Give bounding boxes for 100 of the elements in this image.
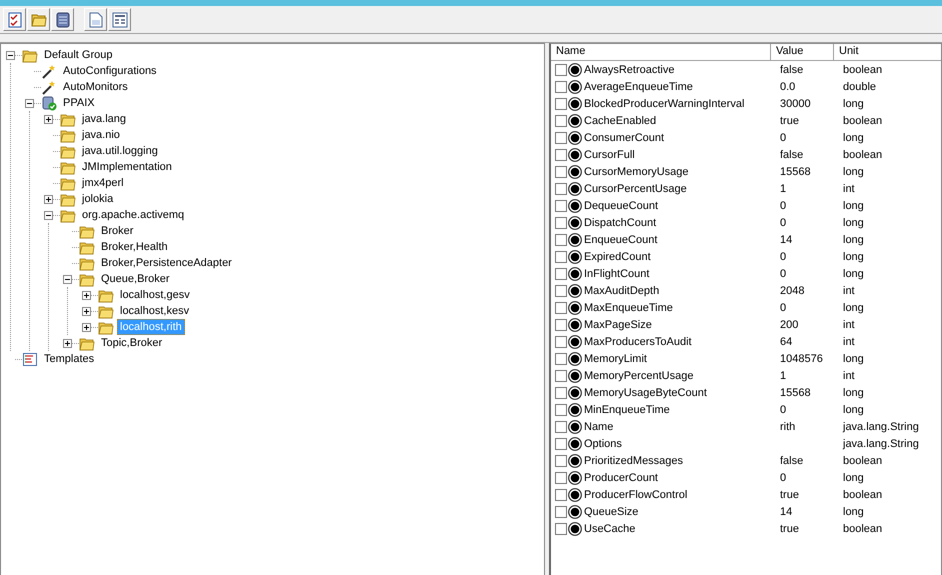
table-cell: MemoryUsageByteCount (584, 386, 707, 398)
column-header[interactable]: Value (771, 44, 834, 60)
checkbox[interactable] (555, 268, 567, 280)
attribute-icon (568, 198, 582, 212)
checkbox[interactable] (555, 148, 567, 160)
attribute-icon (568, 300, 582, 314)
checkbox[interactable] (555, 420, 567, 432)
toolbar-button[interactable] (3, 8, 26, 31)
expand-button[interactable] (82, 290, 91, 300)
column-header[interactable]: Name (551, 44, 771, 60)
expand-button[interactable] (82, 322, 91, 332)
tree-item[interactable]: Topic,Broker (98, 335, 166, 351)
checkbox[interactable] (555, 250, 567, 262)
column-header[interactable]: Unit (834, 44, 941, 60)
checkbox[interactable] (555, 284, 567, 296)
tree-item[interactable]: Broker (98, 223, 136, 239)
table-cell: AverageEnqueueTime (584, 80, 693, 92)
table-cell: boolean (843, 454, 882, 466)
table-cell: 15568 (780, 166, 811, 178)
folder-icon (79, 224, 95, 238)
folder-icon (79, 336, 95, 350)
expand-button[interactable] (44, 194, 53, 204)
tree-item[interactable]: java.util.logging (79, 143, 161, 159)
table-cell: 15568 (780, 386, 811, 398)
checkbox[interactable] (555, 472, 567, 484)
table-cell: long (843, 216, 864, 228)
checkbox[interactable] (555, 132, 567, 144)
attribute-icon (568, 130, 582, 144)
attribute-icon (568, 488, 582, 502)
checkbox[interactable] (555, 352, 567, 364)
attribute-icon (568, 114, 582, 128)
toolbar-button[interactable] (51, 8, 74, 31)
tree-item[interactable]: jmx4perl (79, 175, 127, 191)
table-cell: Name (584, 420, 614, 432)
tree-item[interactable]: localhost,kesv (117, 303, 192, 319)
checkbox[interactable] (555, 64, 567, 76)
expand-button[interactable] (82, 306, 91, 316)
checkbox[interactable] (555, 522, 567, 534)
table-cell: 1 (780, 182, 786, 194)
checkbox[interactable] (555, 318, 567, 330)
tree-item[interactable]: AutoMonitors (60, 79, 131, 95)
checkbox[interactable] (555, 302, 567, 314)
attribute-icon (568, 164, 582, 178)
checkbox[interactable] (555, 370, 567, 382)
checkbox[interactable] (555, 234, 567, 246)
folder-icon (79, 256, 95, 270)
expand-button[interactable] (63, 338, 72, 348)
checkbox[interactable] (555, 216, 567, 228)
attribute-icon (568, 182, 582, 196)
tree-item[interactable]: Default Group (41, 47, 116, 63)
tree-item[interactable]: org.apache.activemq (79, 207, 188, 223)
checkbox[interactable] (555, 506, 567, 518)
table-cell: int (843, 336, 855, 348)
collapse-button[interactable] (6, 50, 15, 60)
attribute-icon (568, 216, 582, 230)
checkbox[interactable] (555, 200, 567, 212)
table-cell: CacheEnabled (584, 114, 656, 126)
table-cell: Options (584, 438, 622, 450)
checkbox[interactable] (555, 454, 567, 466)
table-cell: ProducerFlowControl (584, 488, 688, 500)
checkbox[interactable] (555, 438, 567, 450)
checkbox[interactable] (555, 166, 567, 178)
table-cell: long (843, 352, 864, 364)
collapse-button[interactable] (25, 98, 34, 108)
table-cell: CursorPercentUsage (584, 182, 687, 194)
folder-icon (79, 240, 95, 254)
attribute-icon (568, 62, 582, 76)
attribute-icon (568, 266, 582, 280)
attribute-icon (568, 250, 582, 264)
tree-item[interactable]: jolokia (79, 191, 116, 207)
tree-item[interactable]: Broker,Health (98, 239, 171, 255)
tree-item[interactable]: java.nio (79, 127, 123, 143)
toolbar-button[interactable] (108, 8, 131, 31)
table-cell: double (843, 80, 876, 92)
checkbox[interactable] (555, 80, 567, 92)
checkbox[interactable] (555, 114, 567, 126)
folder-icon (98, 320, 114, 334)
tree-item[interactable]: java.lang (79, 111, 130, 127)
collapse-button[interactable] (44, 210, 53, 220)
checkbox[interactable] (555, 488, 567, 500)
tree-item[interactable]: AutoConfigurations (60, 63, 160, 79)
table-cell: InFlightCount (584, 268, 650, 280)
checkbox[interactable] (555, 404, 567, 416)
table-cell: long (843, 234, 864, 246)
folder-icon (98, 288, 114, 302)
checkbox[interactable] (555, 336, 567, 348)
checkbox[interactable] (555, 182, 567, 194)
tree-item[interactable]: Templates (41, 351, 98, 367)
tree-item[interactable]: JMImplementation (79, 159, 175, 175)
tree-item[interactable]: Broker,PersistenceAdapter (98, 255, 235, 271)
table-cell: boolean (843, 64, 882, 76)
collapse-button[interactable] (63, 274, 72, 284)
checkbox[interactable] (555, 98, 567, 110)
tree-item[interactable]: PPAIX (60, 95, 98, 111)
tree-item[interactable]: Queue,Broker (98, 271, 172, 287)
expand-button[interactable] (44, 114, 53, 124)
toolbar-button[interactable] (84, 8, 107, 31)
tree-item[interactable]: localhost,gesv (117, 287, 193, 303)
checkbox[interactable] (555, 386, 567, 398)
attribute-icon (568, 368, 582, 382)
